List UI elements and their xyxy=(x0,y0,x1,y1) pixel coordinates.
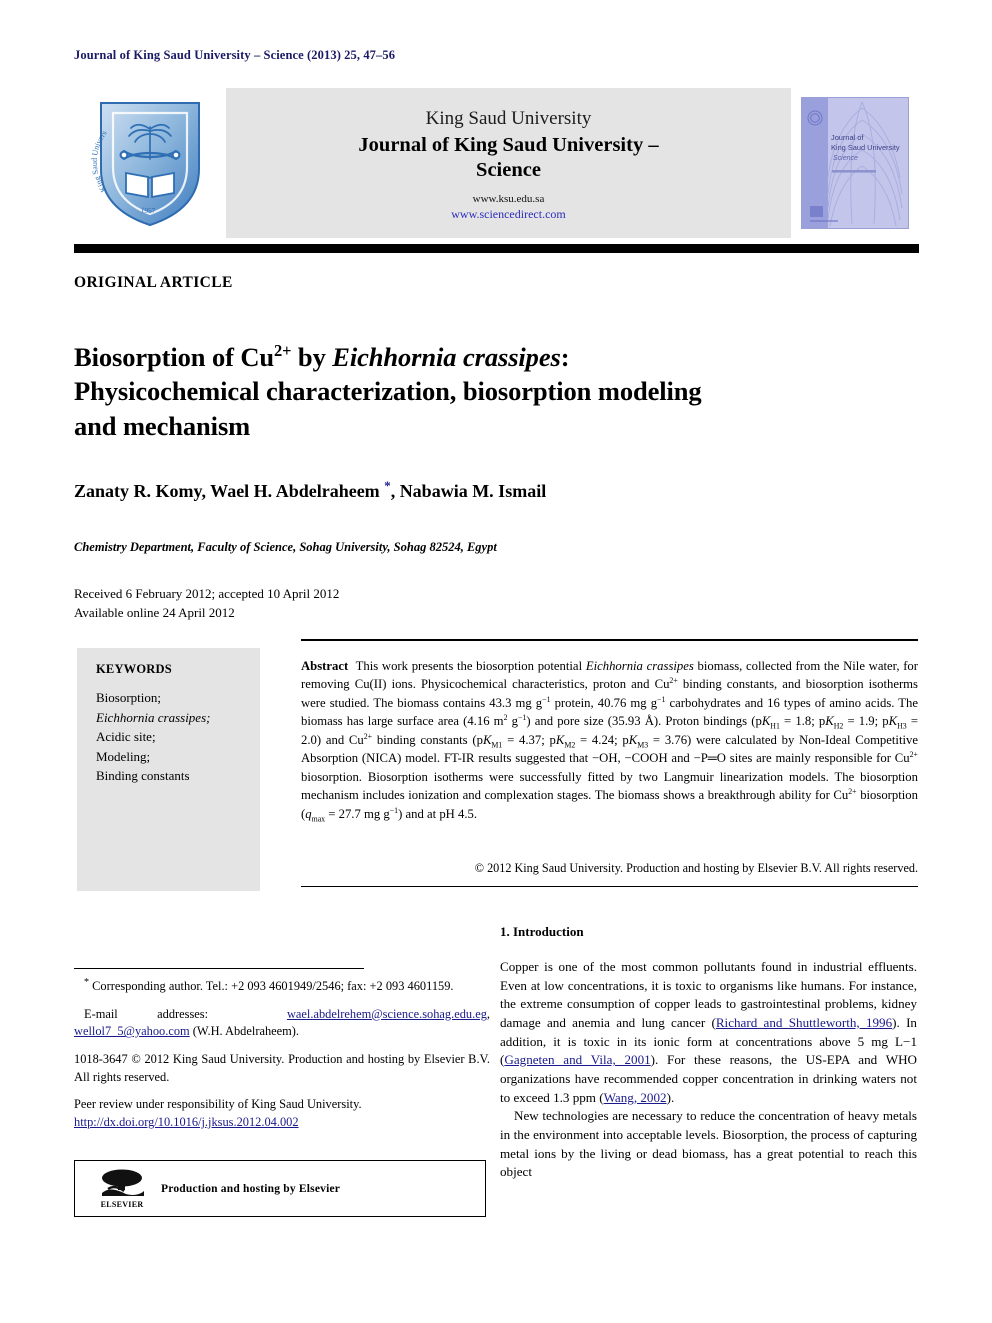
email-note: E-mail addresses: wael.abdelrehem@scienc… xyxy=(74,1006,490,1039)
section-heading-introduction: 1. Introduction xyxy=(500,924,584,939)
abstract-copyright: © 2012 King Saud University. Production … xyxy=(474,861,918,875)
svg-text:King Saud University: King Saud University xyxy=(831,143,900,152)
peer-review-text: Peer review under responsibility of King… xyxy=(74,1097,362,1112)
peer-review-note: Peer review under responsibility of King… xyxy=(74,1096,490,1131)
svg-text:1957: 1957 xyxy=(140,205,156,215)
elsevier-badge-text: Production and hosting by Elsevier xyxy=(161,1182,341,1195)
journal-name-line2: Science xyxy=(476,158,541,181)
title-superscript: 2+ xyxy=(274,340,292,360)
elsevier-hosting-badge: ELSEVIER Production and hosting by Elsev… xyxy=(74,1160,486,1217)
received-accepted-date: Received 6 February 2012; accepted 10 Ap… xyxy=(74,586,340,601)
footnote-star-icon: * xyxy=(84,977,89,988)
intro-paragraph-2: New technologies are necessary to reduce… xyxy=(500,1108,917,1180)
journal-masthead: King Saud University 1957 King Saud Univ… xyxy=(74,88,919,238)
doi-link[interactable]: http://dx.doi.org/10.1016/j.jksus.2012.0… xyxy=(74,1115,299,1129)
title-line3: and mechanism xyxy=(74,410,251,441)
citation-wang[interactable]: Wang, 2002 xyxy=(604,1090,667,1105)
article-type-label: ORIGINAL ARTICLE xyxy=(74,274,233,291)
corresponding-author-text: Corresponding author. Tel.: +2 093 46019… xyxy=(92,979,454,994)
citation-richard-shuttleworth[interactable]: Richard and Shuttleworth, 1996 xyxy=(716,1015,892,1030)
abstract-body: This work presents the biosorption poten… xyxy=(301,659,919,824)
author-list: Zanaty R. Komy, Wael H. Abdelraheem *, N… xyxy=(74,478,914,502)
email-link-secondary[interactable]: wellol7_5@yahoo.com xyxy=(74,1024,190,1038)
available-online-date: Available online 24 April 2012 xyxy=(74,604,235,620)
footnote-rule xyxy=(74,968,364,969)
sciencedirect-url[interactable]: www.sciencedirect.com xyxy=(451,207,566,222)
ksu-logo-container: King Saud University 1957 xyxy=(74,88,226,238)
abstract-rule-bottom xyxy=(301,886,918,887)
running-head: Journal of King Saud University – Scienc… xyxy=(74,48,396,62)
affiliation: Chemistry Department, Faculty of Science… xyxy=(74,540,497,554)
footnote-block: * Corresponding author. Tel.: +2 093 460… xyxy=(74,976,490,1141)
corresponding-author-note: * Corresponding author. Tel.: +2 093 460… xyxy=(74,976,490,996)
keyword-item: Acidic site; xyxy=(96,729,156,744)
title-line1-part3: : xyxy=(560,341,570,372)
article-page: Journal of King Saud University – Scienc… xyxy=(0,0,992,1323)
intro-p1-part4: ). xyxy=(666,1089,675,1105)
author-names-before-marker: Zanaty R. Komy, Wael H. Abdelraheem xyxy=(74,481,385,501)
email-label: E-mail addresses: xyxy=(84,1006,209,1021)
email-owner: (W.H. Abdelraheem). xyxy=(192,1024,299,1039)
intro-paragraph-1: Copper is one of the most common polluta… xyxy=(500,958,917,1107)
journal-urls: www.ksu.edu.sa www.sciencedirect.com xyxy=(451,193,566,222)
elsevier-logo: ELSEVIER xyxy=(75,1169,161,1209)
ksu-shield-icon: King Saud University 1957 xyxy=(89,90,209,229)
ksu-url[interactable]: www.ksu.edu.sa xyxy=(451,193,566,207)
title-line1-part1: Biosorption of Cu xyxy=(74,341,275,372)
journal-name-line1: Journal of King Saud University – xyxy=(358,134,659,157)
introduction-body: Copper is one of the most common polluta… xyxy=(500,958,917,1182)
journal-name: Journal of King Saud University – Scienc… xyxy=(358,133,658,181)
title-line2: Physicochemical characterization, biosor… xyxy=(74,376,702,407)
issn-copyright-note: 1018-3647 © 2012 King Saud University. P… xyxy=(74,1051,490,1084)
article-dates: Received 6 February 2012; accepted 10 Ap… xyxy=(74,585,914,623)
keywords-heading: KEYWORDS xyxy=(96,662,172,676)
keyword-item: Eichhornia crassipes; xyxy=(96,709,211,725)
keyword-item: Biosorption; xyxy=(96,690,162,705)
page-title: Biosorption of Cu2+ by Eichhornia crassi… xyxy=(74,340,914,443)
elsevier-wordmark: ELSEVIER xyxy=(100,1199,144,1209)
journal-cover-container: Journal of King Saud University Science xyxy=(791,88,919,238)
journal-title-block: King Saud University Journal of King Sau… xyxy=(226,88,791,238)
svg-text:Science: Science xyxy=(833,155,858,162)
elsevier-tree-icon xyxy=(96,1169,148,1199)
keyword-item: Modeling; xyxy=(96,748,151,764)
email-link-primary[interactable]: wael.abdelrehem@science.sohag.edu.eg xyxy=(287,1007,487,1021)
title-species-name: Eichhornia crassipes xyxy=(332,341,561,372)
title-line1-part2: by xyxy=(291,341,333,372)
abstract-text: Abstract This work presents the biosorpt… xyxy=(301,657,918,823)
university-name: King Saud University xyxy=(425,108,592,130)
keywords-box: KEYWORDS Biosorption; Eichhornia crassip… xyxy=(77,648,260,891)
author-names-after-marker: , Nabawia M. Ismail xyxy=(390,481,547,501)
journal-cover-thumbnail: Journal of King Saud University Science xyxy=(801,97,909,229)
keyword-item: Binding constants xyxy=(96,768,190,783)
keywords-list: Biosorption; Eichhornia crassipes; Acidi… xyxy=(96,688,260,786)
abstract-rule-top xyxy=(301,639,918,641)
svg-text:Journal of: Journal of xyxy=(831,133,864,142)
abstract-label: Abstract xyxy=(301,659,349,673)
citation-gagneten-vila[interactable]: Gagneten and Vila, 2001 xyxy=(504,1052,650,1067)
masthead-divider-bar xyxy=(74,244,919,253)
